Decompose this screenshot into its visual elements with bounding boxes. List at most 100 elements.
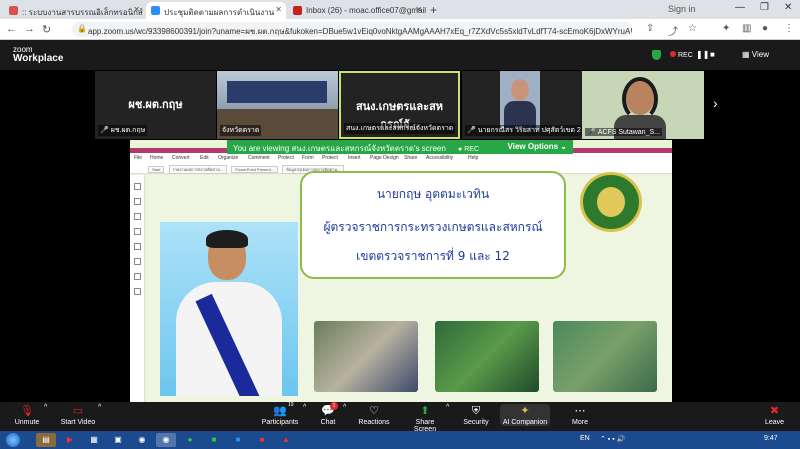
unmute-button[interactable]: 🎙 Unmute [12,404,42,426]
signature-icon[interactable] [133,288,141,295]
reactions-button[interactable]: ♡ Reactions [358,404,390,426]
close-tab-icon[interactable]: ✕ [133,5,140,14]
side-panel-icon[interactable]: ▥ [742,23,751,34]
forward-icon[interactable]: → [24,23,35,35]
next-page-arrow-icon[interactable]: › [713,95,718,111]
bookmark-star-icon[interactable]: ☆ [688,23,697,34]
recording-indicator[interactable]: REC [670,51,693,59]
bookmark-icon[interactable] [133,198,141,205]
view-button[interactable]: ▦ View [742,50,769,59]
participants-button[interactable]: 👥 Participants [260,404,300,426]
taskbar-media-icon[interactable]: ▶ [60,433,80,447]
video-options-chevron-icon[interactable]: ^ [98,404,101,411]
taskbar-chrome-active-icon[interactable]: ◉ [156,433,176,447]
participant-tile[interactable]: 🎤 นายกรณีสร วิริยสาท ปศุสัตว์เขต 2 [462,71,583,139]
stop-recording-icon[interactable]: ■ [710,50,715,59]
pause-recording-icon[interactable]: ❚❚ [696,50,709,59]
tray-icons[interactable]: ⌃ ▪ ▪ 🔊 [600,435,625,443]
menu-form[interactable]: Form [302,155,314,161]
input-language[interactable]: EN [580,435,590,442]
profile-icon[interactable]: ● [762,23,768,34]
share-screen-icon: ⬆ [420,405,430,417]
view-options-button[interactable]: View Options ⌄ [508,142,567,151]
security-button[interactable]: ⛨ Security [462,404,490,426]
minimize-icon[interactable]: — [735,2,745,13]
participants-label: Participants [261,419,299,426]
ai-sparkle-icon: ✦ [520,405,530,417]
doc-tab[interactable]: PowerPoint Present... [231,166,279,173]
extensions-icon[interactable]: ✦ [722,23,730,34]
pages-icon[interactable] [133,213,141,220]
close-tab-icon[interactable]: ✕ [275,5,282,14]
security-shield-icon: ⛨ [471,405,481,417]
comment-icon[interactable] [133,228,141,235]
menu-protect[interactable]: Protect [278,155,294,161]
browser-tab-zoom[interactable]: ประชุมติดตามผลการดำเนินงาน ✕ [146,2,286,19]
participant-tile[interactable]: ผช.ผต.กฤษ 🎤 ผช.ผต.กฤษ [95,71,216,139]
taskbar-word-icon[interactable]: ■ [228,433,248,447]
close-window-icon[interactable]: ✕ [784,2,792,13]
browser-menu-icon[interactable]: ⋮ [784,23,794,34]
participant-tile[interactable]: จังหวัดตราด [217,71,338,139]
chat-chevron-icon[interactable]: ^ [343,404,346,411]
share-screen-button[interactable]: ⬆ Share Screen [404,404,446,433]
close-tab-icon[interactable]: ✕ [415,5,422,14]
site-info-icon[interactable]: 🔒 [77,24,87,33]
taskbar-app-icon[interactable]: ▣ [108,433,128,447]
maximize-icon[interactable]: ❐ [760,2,769,13]
muted-mic-icon: 🎤 [587,129,596,136]
more-button[interactable]: ⋯ More [568,404,592,426]
audio-options-chevron-icon[interactable]: ^ [44,404,47,411]
reload-icon[interactable]: ↻ [42,23,51,36]
doc-tab[interactable]: รายงานผลการตรวจติดตาม... [168,165,228,174]
participant-tile[interactable]: 🎤 ACFS Sutawan_S... [582,71,704,139]
encryption-shield-icon[interactable] [652,50,661,60]
menu-page-design[interactable]: Page Design [370,155,399,161]
browser-tab-gmail[interactable]: Inbox (26) - moac.office07@gmail ✕ [288,2,426,19]
menu-home[interactable]: Home [150,155,163,161]
attachment-icon[interactable] [133,258,141,265]
menu-file[interactable]: File [134,155,142,161]
participant-tile-active-speaker[interactable]: สนง.เกษตรและสหกรณ์จั... สนง.เกษตรและสหกร… [339,71,460,139]
taskbar-pdf-icon[interactable]: ▲ [276,433,296,447]
taskbar-app-icon[interactable]: ▦ [84,433,104,447]
menu-convert[interactable]: Convert [172,155,190,161]
leave-button[interactable]: ✖ Leave [765,404,784,426]
start-button-icon[interactable] [6,433,20,447]
hand-tool-icon[interactable] [133,183,141,190]
taskbar-line-icon[interactable]: ● [180,433,200,447]
share-icon[interactable]: ⤴ [668,23,678,38]
sign-in-link[interactable]: Sign in [668,4,696,14]
menu-help[interactable]: Help [468,155,478,161]
ai-companion-label: AI Companion [502,419,548,426]
ai-companion-button[interactable]: ✦ AI Companion [500,404,550,426]
start-video-button[interactable]: ▭ Start Video [58,404,98,426]
menu-accessibility[interactable]: Accessibility [426,155,453,161]
doc-tab[interactable]: Start [148,166,165,173]
zoom-favicon-icon [151,6,160,15]
menu-organize[interactable]: Organize [218,155,238,161]
participants-chevron-icon[interactable]: ^ [303,404,306,411]
url-input[interactable]: 🔒 app.zoom.us/wc/93398600391/join?uname=… [72,22,632,37]
taskbar-powerpoint-icon[interactable]: ■ [252,433,272,447]
menu-protect-2[interactable]: Protect [322,155,338,161]
menu-edit[interactable]: Edit [200,155,209,161]
share-chevron-icon[interactable]: ^ [446,404,449,411]
official-portrait-photo [160,222,298,396]
video-off-icon: ▭ [72,405,84,417]
taskbar-file-explorer-icon[interactable]: ▤ [36,433,56,447]
clock-time[interactable]: 9:47 [764,435,778,442]
search-icon[interactable] [133,273,141,280]
new-tab-button[interactable]: + [430,3,437,17]
cast-icon[interactable]: ⇪ [646,23,654,34]
taskbar-excel-icon[interactable]: ■ [204,433,224,447]
menu-insert[interactable]: Insert [348,155,361,161]
menu-comment[interactable]: Comment [248,155,270,161]
layers-icon[interactable] [133,243,141,250]
screen-share-banner: You are viewing สนง.เกษตรและสหกรณ์จังหวั… [227,140,573,154]
taskbar-chrome-icon[interactable]: ◉ [132,433,152,447]
participants-icon: 👥 [273,405,287,417]
menu-share[interactable]: Share [404,155,417,161]
browser-tab-saraban[interactable]: :: ระบบงานสารบรรณอิเล็กทรอนิกส์ ✕ [4,2,144,19]
back-icon[interactable]: ← [6,23,17,35]
